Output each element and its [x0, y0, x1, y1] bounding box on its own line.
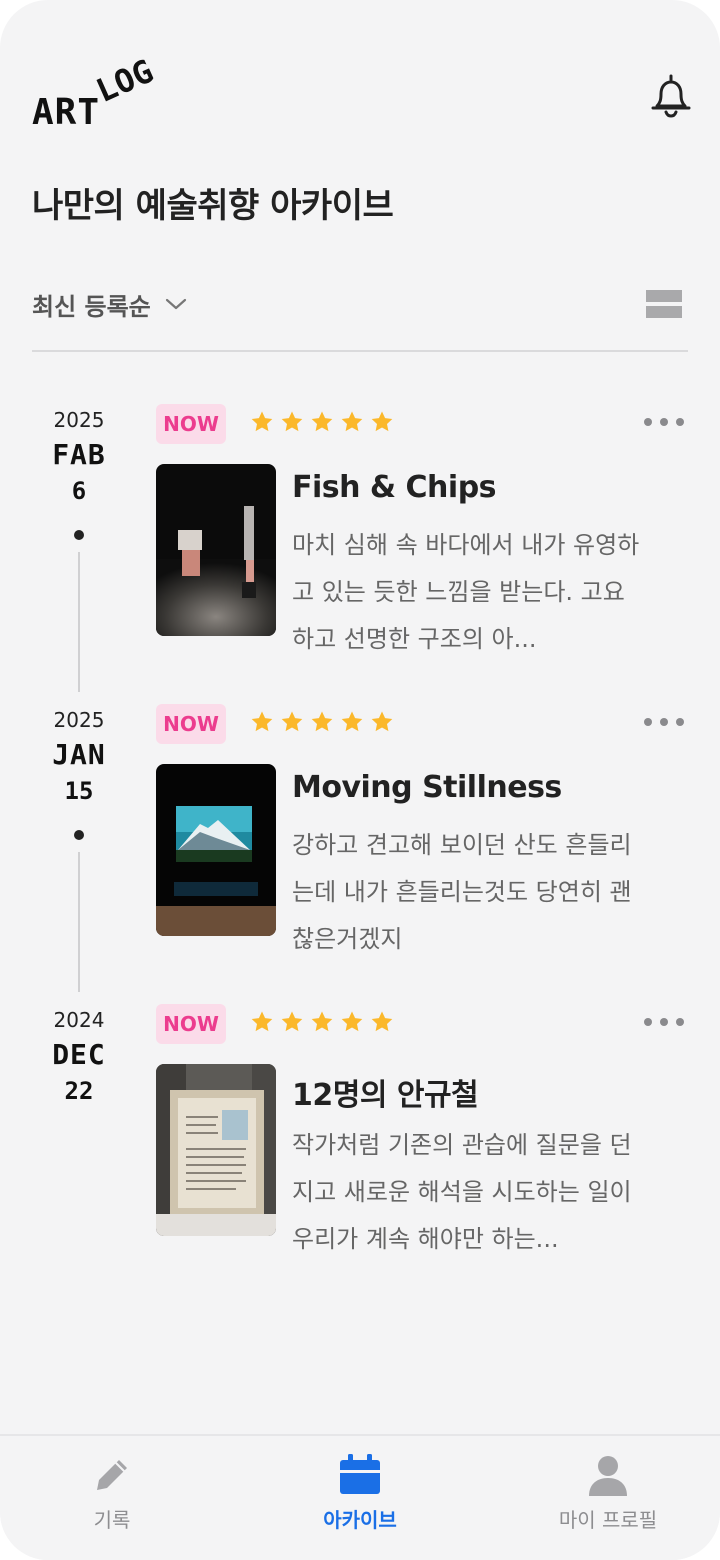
entry-title[interactable]: 12명의 안규철: [292, 1070, 479, 1114]
entry-day: 6: [71, 477, 87, 505]
calendar-icon: [340, 1454, 380, 1494]
star-icon: [281, 711, 303, 732]
entry-date: 2025 FAB 6: [34, 408, 124, 505]
artlog-logo: ART LOG: [32, 52, 182, 134]
list-view-icon: [646, 290, 682, 318]
more-icon: [644, 418, 652, 426]
star-icon: [311, 411, 333, 432]
nav-record[interactable]: 기록: [32, 1454, 192, 1533]
now-badge: NOW: [156, 404, 226, 444]
divider: [32, 350, 688, 352]
bell-icon: [651, 74, 691, 118]
entry-year: 2024: [53, 1008, 105, 1032]
star-icon: [281, 411, 303, 432]
framed-text-image: [156, 1064, 276, 1236]
more-options-button[interactable]: [644, 418, 684, 426]
logo-art: ART: [32, 92, 101, 133]
entry-description: 마치 심해 속 바다에서 내가 유영하고 있는 듯한 느낌을 받는다. 고요하고…: [292, 531, 640, 653]
entry-day: 15: [64, 777, 94, 805]
entry-month: DEC: [52, 1038, 106, 1071]
now-badge: NOW: [156, 1004, 226, 1044]
entry-month: JAN: [52, 738, 106, 771]
more-icon: [644, 718, 652, 726]
logo-log: LOG: [90, 51, 159, 110]
archive-entry: 2025 FAB 6 NOW Fish & Chips 마치 심해 속 바다에서…: [0, 404, 720, 704]
timeline-line: [78, 852, 80, 992]
entry-month: FAB: [52, 438, 106, 471]
nav-record-label: 기록: [93, 1508, 131, 1532]
rating-stars: [250, 410, 394, 434]
star-icon: [341, 711, 363, 732]
star-icon: [371, 711, 393, 732]
list-view-toggle[interactable]: [646, 290, 682, 318]
now-badge: NOW: [156, 704, 226, 744]
notification-bell-button[interactable]: [648, 72, 694, 120]
timeline-dot: [74, 530, 84, 540]
entry-title[interactable]: Fish & Chips: [292, 470, 497, 505]
star-icon: [281, 1011, 303, 1032]
entry-date: 2025 JAN 15: [34, 708, 124, 805]
star-icon: [311, 711, 333, 732]
artwork-thumbnail[interactable]: [156, 764, 276, 936]
archive-entry: 2025 JAN 15 NOW Moving Stillness 강하고 견고해…: [0, 704, 720, 1004]
timeline-dot: [74, 830, 84, 840]
star-icon: [371, 1011, 393, 1032]
entry-description: 강하고 견고해 보이던 산도 흔들리는데 내가 흔들리는것도 당연히 괜찮은거겠…: [292, 831, 632, 953]
artwork-thumbnail[interactable]: [156, 1064, 276, 1236]
sort-dropdown[interactable]: 최신 등록순: [32, 286, 187, 322]
archive-entry: 2024 DEC 22 NOW 12명의 안규철 작가처럼 기존의 관습에 질문…: [0, 1004, 720, 1304]
star-icon: [311, 1011, 333, 1032]
star-icon: [251, 411, 273, 432]
sculpture-image: [156, 464, 276, 636]
star-icon: [341, 411, 363, 432]
rating-stars: [250, 1010, 394, 1034]
rating-stars: [250, 710, 394, 734]
more-options-button[interactable]: [644, 1018, 684, 1026]
nav-archive[interactable]: 아카이브: [280, 1454, 440, 1533]
nav-profile-label: 마이 프로필: [558, 1508, 658, 1532]
mountain-image: [156, 764, 276, 936]
star-icon: [251, 711, 273, 732]
pencil-icon: [97, 1460, 127, 1490]
nav-profile[interactable]: 마이 프로필: [528, 1454, 688, 1533]
person-icon: [589, 1456, 627, 1496]
more-options-button[interactable]: [644, 718, 684, 726]
entry-year: 2025: [53, 708, 105, 732]
page-title: 나만의 예술취향 아카이브: [32, 186, 394, 226]
entry-date: 2024 DEC 22: [34, 1008, 124, 1105]
star-icon: [371, 411, 393, 432]
more-icon: [644, 1018, 652, 1026]
entry-year: 2025: [53, 408, 105, 432]
star-icon: [341, 1011, 363, 1032]
star-icon: [251, 1011, 273, 1032]
timeline-line: [78, 552, 80, 692]
artwork-thumbnail[interactable]: [156, 464, 276, 636]
chevron-down-icon: [165, 298, 186, 310]
entry-day: 22: [64, 1077, 94, 1105]
sort-label: 최신 등록순: [32, 292, 151, 321]
entry-description: 작가처럼 기존의 관습에 질문을 던지고 새로운 해석을 시도하는 일이 우리가…: [292, 1131, 632, 1253]
app-screen: ART LOG 나만의 예술취향 아카이브 최신 등록순 2025 FAB 6: [0, 0, 720, 1560]
bottom-nav: 기록 아카이브 마이 프로필: [0, 1434, 720, 1560]
entry-title[interactable]: Moving Stillness: [292, 770, 562, 805]
nav-archive-label: 아카이브: [323, 1508, 397, 1532]
